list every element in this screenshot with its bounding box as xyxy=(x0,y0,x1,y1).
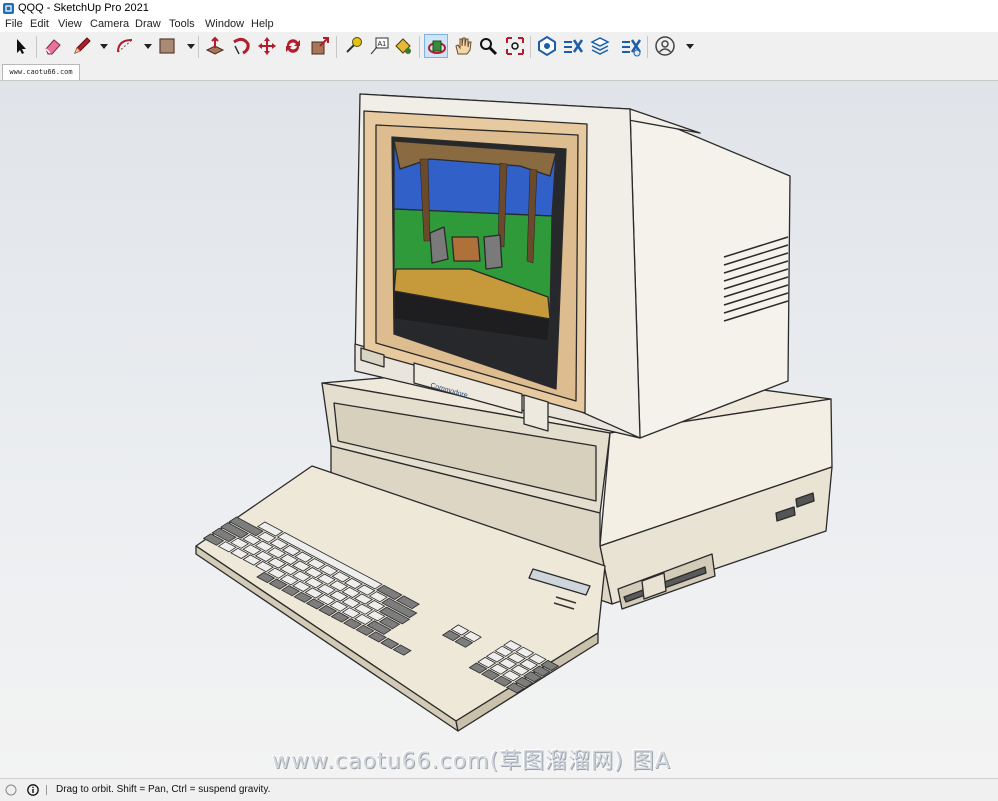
menu-view[interactable]: View xyxy=(58,17,82,32)
text-icon: A1 xyxy=(370,37,389,55)
warehouse-icon xyxy=(538,35,556,57)
push-pull-tool-button[interactable] xyxy=(203,34,227,58)
monitor-side-face xyxy=(629,108,791,439)
paint-bucket-icon xyxy=(395,38,411,54)
tape-measure-icon xyxy=(346,37,362,53)
status-divider xyxy=(46,785,47,795)
account-button[interactable] xyxy=(653,34,677,58)
screen-gun-right xyxy=(483,234,503,270)
geo-location-icon[interactable] xyxy=(5,784,17,796)
arc-icon xyxy=(117,39,133,53)
rotate-tool-button[interactable] xyxy=(281,34,305,58)
shape-dropdown-button[interactable] xyxy=(179,34,195,58)
pencil-icon xyxy=(74,37,91,54)
zoom-extents-icon xyxy=(506,37,524,55)
scene-tab[interactable]: www.caotu66.com xyxy=(2,64,80,80)
zoom-extents-tool-button[interactable] xyxy=(503,34,527,58)
window-title: QQQ - SketchUp Pro 2021 xyxy=(18,2,149,14)
paint-bucket-tool-button[interactable] xyxy=(391,34,415,58)
follow-me-icon xyxy=(233,37,250,55)
orbit-tool-button[interactable] xyxy=(424,34,448,58)
move-icon xyxy=(258,37,276,55)
hand-icon xyxy=(455,37,472,55)
toolbar-separator xyxy=(336,36,337,58)
move-tool-button[interactable] xyxy=(255,34,279,58)
menu-file[interactable]: File xyxy=(5,17,23,32)
select-tool-button[interactable] xyxy=(9,34,33,58)
menu-tools[interactable]: Tools xyxy=(169,17,195,32)
account-icon xyxy=(655,36,675,56)
rectangle-icon xyxy=(159,38,175,54)
info-icon[interactable] xyxy=(27,784,39,796)
arrow-icon xyxy=(17,39,26,54)
menu-bar: File Edit View Camera Draw Tools Window … xyxy=(0,17,998,32)
tape-measure-tool-button[interactable] xyxy=(341,34,365,58)
extension-manager-tool-button[interactable] xyxy=(619,34,643,58)
screen-pilot xyxy=(451,236,481,262)
status-message: Drag to orbit. Shift = Pan, Ctrl = suspe… xyxy=(56,784,271,795)
pencil-dropdown-button[interactable] xyxy=(92,34,108,58)
commodore-computer-model: Commodore xyxy=(195,93,833,732)
model-viewport[interactable]: Commodore www.caotu66.com(草图溜溜网) 图A xyxy=(0,80,998,779)
menu-help[interactable]: Help xyxy=(251,17,274,32)
watermark-text: www.caotu66.com(草图溜溜网) 图A xyxy=(272,749,671,774)
toolbar-separator xyxy=(647,36,648,58)
toolbar-separator xyxy=(419,36,420,58)
push-pull-icon xyxy=(205,36,225,55)
toolbar-separator xyxy=(36,36,37,58)
pan-tool-button[interactable] xyxy=(451,34,475,58)
screen-gun-left xyxy=(429,226,449,264)
follow-me-tool-button[interactable] xyxy=(229,34,253,58)
toolbar-separator xyxy=(530,36,531,58)
eraser-icon xyxy=(45,39,61,55)
rotate-icon xyxy=(286,39,300,53)
menu-edit[interactable]: Edit xyxy=(30,17,49,32)
monitor-power-button xyxy=(523,394,549,432)
chevron-down-icon xyxy=(686,44,694,49)
zoom-tool-button[interactable] xyxy=(476,34,500,58)
sketchup-logo-icon xyxy=(3,3,14,14)
text-tool-label: A1 xyxy=(378,41,387,48)
scene-tabs-bar: www.caotu66.com xyxy=(0,62,998,80)
arc-tool-button[interactable] xyxy=(113,34,137,58)
scale-tool-button[interactable] xyxy=(308,34,332,58)
menu-window[interactable]: Window xyxy=(205,17,244,32)
text-tool-button[interactable]: A1 xyxy=(367,34,391,58)
status-bar: Drag to orbit. Shift = Pan, Ctrl = suspe… xyxy=(0,778,998,801)
menu-draw[interactable]: Draw xyxy=(135,17,161,32)
shape-tool-button[interactable] xyxy=(155,34,179,58)
extension-warehouse-tool-button[interactable] xyxy=(561,34,585,58)
scale-icon xyxy=(311,37,329,55)
main-toolbar: A1 xyxy=(0,32,998,63)
orbit-icon xyxy=(428,40,446,54)
warehouse-tool-button[interactable] xyxy=(535,34,559,58)
toolbar-separator xyxy=(198,36,199,58)
arc-dropdown-button[interactable] xyxy=(136,34,152,58)
layers-icon xyxy=(590,37,610,55)
extension-manager-icon xyxy=(622,39,642,57)
eraser-tool-button[interactable] xyxy=(41,34,65,58)
pencil-tool-button[interactable] xyxy=(70,34,94,58)
extension-icon xyxy=(564,39,584,53)
title-bar: QQQ - SketchUp Pro 2021 xyxy=(0,0,998,17)
account-dropdown-button[interactable] xyxy=(678,34,694,58)
layout-tool-button[interactable] xyxy=(588,34,612,58)
chevron-down-icon xyxy=(187,44,195,49)
menu-camera[interactable]: Camera xyxy=(90,17,129,32)
magnifier-icon xyxy=(480,38,498,56)
